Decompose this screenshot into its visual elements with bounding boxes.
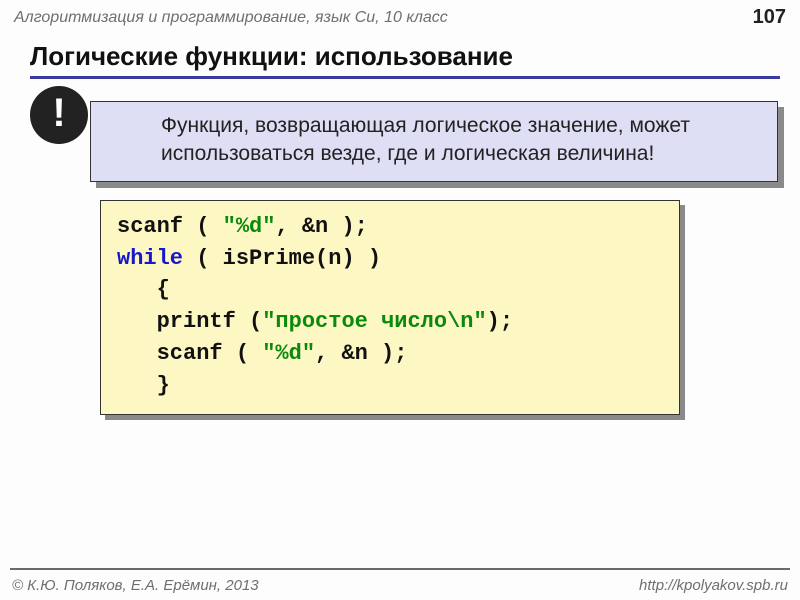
code-keyword: while xyxy=(117,246,183,271)
exclamation-icon: ! xyxy=(30,86,88,144)
code-string: "%d" xyxy=(262,341,315,366)
exclamation-glyph: ! xyxy=(52,93,65,133)
page-title: Логические функции: использование xyxy=(0,31,800,76)
code-text: , &n ); xyxy=(315,341,407,366)
code-block: scanf ( "%d", &n ); while ( isPrime(n) )… xyxy=(100,200,680,415)
callout-box: Функция, возвращающая логическое значени… xyxy=(90,101,778,182)
code-string: "%d" xyxy=(223,214,276,239)
code-text: } xyxy=(117,373,170,398)
course-label: Алгоритмизация и программирование, язык … xyxy=(14,9,448,27)
page-number: 107 xyxy=(753,6,786,29)
footer-url: http://kpolyakov.spb.ru xyxy=(639,577,788,594)
code-text: scanf ( xyxy=(117,214,223,239)
footer-rule xyxy=(10,568,790,570)
code-text: { xyxy=(117,277,170,302)
code-text: scanf ( xyxy=(117,341,262,366)
title-underline xyxy=(30,76,780,79)
code-text: ); xyxy=(487,309,513,334)
footer-copyright: © К.Ю. Поляков, Е.А. Ерёмин, 2013 xyxy=(12,577,259,594)
code-string: "простое число\n" xyxy=(262,309,486,334)
code-text: ( isPrime(n) ) xyxy=(183,246,381,271)
code-text: printf ( xyxy=(117,309,262,334)
code-text: , &n ); xyxy=(275,214,367,239)
